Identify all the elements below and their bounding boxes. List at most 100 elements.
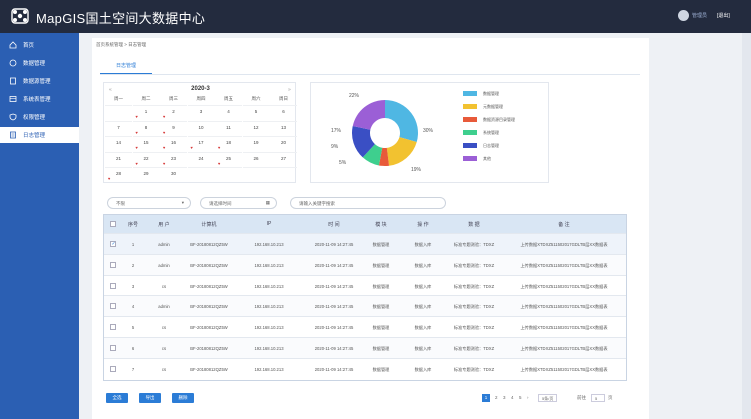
calendar-day[interactable]: 3 <box>187 105 215 118</box>
calendar-day[interactable]: 25 ♥ <box>215 151 242 166</box>
table-cell: 数据入库 <box>414 366 432 372</box>
pie-slice[interactable] <box>352 100 385 130</box>
calendar-day[interactable]: 28 ♥ <box>105 167 132 181</box>
column-header[interactable]: 时 间 <box>304 221 364 228</box>
calendar-day[interactable]: 19 <box>242 136 270 149</box>
calendar-day-number: 17 <box>198 140 204 145</box>
calendar-day[interactable]: 12 <box>242 120 270 134</box>
calendar-day[interactable]: 20 <box>270 136 297 149</box>
table-row[interactable]: ✓ 1 admin BF-20180812QZ5W 192.168.10.213 2020… <box>104 233 626 254</box>
calendar-day[interactable]: 13 <box>270 120 297 134</box>
calendar-day[interactable]: 11 <box>215 120 242 134</box>
row-checkbox[interactable] <box>110 324 116 331</box>
calendar-day[interactable]: 9 ♥ <box>160 120 187 135</box>
calendar-day[interactable]: 16 ♥ <box>160 136 187 150</box>
row-checkbox[interactable] <box>110 345 116 351</box>
table-cell: 数据入库 <box>414 283 432 289</box>
calendar-day[interactable]: 5 <box>242 105 270 118</box>
row-checkbox[interactable] <box>110 365 116 372</box>
calendar-day[interactable]: 6 <box>270 105 297 118</box>
pie-slice[interactable] <box>386 137 417 166</box>
select-all-button[interactable]: 全选 <box>106 393 128 403</box>
page-scrollbar[interactable] <box>742 33 751 419</box>
user-avatar-icon[interactable] <box>678 10 689 21</box>
table-cell: 192.168.10.213 <box>254 366 284 372</box>
table-row[interactable]: 4 admin BF-20180812QZ5W 192.168.10.213 2020-… <box>104 295 626 317</box>
table-cell: 上传数据XTDXZ511502017GDLTB层XX数据表 <box>520 366 608 372</box>
tab-log-management[interactable]: 日志管理 <box>100 60 152 74</box>
export-button[interactable]: 导出 <box>139 393 161 403</box>
sidebar-item-systable[interactable]: 系统表管理 <box>0 91 79 107</box>
column-header[interactable]: 模 块 <box>366 221 396 228</box>
calendar-day[interactable]: 22 ♥ <box>132 151 160 166</box>
calendar-day[interactable]: 27 <box>270 151 297 165</box>
sidebar-item-home[interactable]: 首页 <box>0 37 79 53</box>
table-cell: BF-20180812QZ5W <box>190 242 228 247</box>
column-header[interactable]: 计算机 <box>184 221 234 228</box>
page-3-button[interactable]: 3 <box>503 395 506 400</box>
column-header[interactable]: 序号 <box>126 221 140 228</box>
calendar-day[interactable]: 14 <box>105 136 132 149</box>
calendar-day[interactable]: 21 <box>105 151 132 165</box>
pie-slice[interactable] <box>385 100 418 143</box>
calendar-day-number: 28 <box>115 171 121 176</box>
percent-label: 9% <box>331 144 339 150</box>
calendar-day-number: 14 <box>115 140 121 145</box>
delete-button[interactable]: 删除 <box>172 393 194 403</box>
calendar-day[interactable]: 26 <box>242 151 270 165</box>
calendar-day[interactable]: 15 ♥ <box>132 136 160 150</box>
page-4-button[interactable]: 4 <box>511 395 514 400</box>
calendar-day[interactable]: 8 ♥ <box>132 120 160 135</box>
sidebar-item-permission[interactable]: 权限管理 <box>0 109 79 125</box>
table-cell: 192.168.10.213 <box>254 304 284 310</box>
logout-link[interactable]: [退出] <box>717 12 730 19</box>
calendar-day[interactable]: 2 ♥ <box>160 105 187 119</box>
column-header[interactable]: 数 据 <box>449 221 499 228</box>
calendar-day[interactable]: 18 ♥ <box>215 136 242 150</box>
calendar-day-number: 4 <box>227 109 230 114</box>
table-row[interactable]: 5 cs BF-20180812QZ5W 192.168.10.213 2020-11-… <box>104 316 626 337</box>
column-header[interactable]: 备 注 <box>509 221 619 228</box>
calendar-day[interactable]: 17 ♥ <box>187 136 215 150</box>
column-header[interactable]: 操 作 <box>408 221 438 228</box>
calendar-day[interactable]: 24 <box>187 151 215 165</box>
table-row[interactable]: 6 cs BF-20180812QZ5W 192.168.10.213 2020-11-… <box>104 337 626 358</box>
row-checkbox[interactable] <box>110 303 116 310</box>
page-2-button[interactable]: 2 <box>495 395 498 400</box>
row-checkbox[interactable]: ✓ <box>110 241 116 247</box>
column-header[interactable]: 用 户 <box>154 221 174 228</box>
table-cell: admin <box>158 304 170 310</box>
sidebar-item-log[interactable]: 日志管理 <box>0 127 79 143</box>
calendar-day[interactable]: 7 <box>105 120 132 134</box>
table-cell: 数据管理 <box>372 304 390 310</box>
calendar-day[interactable]: 10 <box>187 120 215 134</box>
row-checkbox[interactable] <box>110 261 116 268</box>
table-row[interactable]: 3 cs BF-20180812QZ5W 192.168.10.213 2020-11-… <box>104 274 626 296</box>
calendar-day[interactable]: 23 ♥ <box>160 151 187 166</box>
page-5-button[interactable]: 5 <box>519 395 522 400</box>
header-checkbox[interactable] <box>110 221 116 227</box>
calendar-day[interactable]: 29 <box>132 167 160 180</box>
calendar-day[interactable]: 30 <box>160 167 187 180</box>
legend-label: 数据管理 <box>483 91 499 96</box>
sidebar-item-datasource[interactable]: 数据源管理 <box>0 73 79 89</box>
calendar-day-number: 3 <box>199 109 203 114</box>
goto-page-input[interactable]: 5 <box>591 394 605 402</box>
next-page-button[interactable]: › <box>527 395 529 400</box>
calendar-day[interactable]: 4 <box>215 105 242 118</box>
calendar-next-button[interactable]: » <box>288 87 291 93</box>
page-1-button[interactable]: 1 <box>482 394 490 402</box>
column-header[interactable]: IP <box>244 221 294 227</box>
table-cell: 2020-11-09 14:27:45 <box>314 262 354 268</box>
search-input[interactable]: 请输入关键字搜索 <box>290 197 446 209</box>
sidebar-item-data[interactable]: 数据管理 <box>0 55 79 71</box>
user-name[interactable]: 管理员 <box>692 12 707 19</box>
table-row[interactable]: 2 admin BF-20180812QZ5W 192.168.10.213 2020-… <box>104 253 626 275</box>
table-row[interactable]: 7 cs BF-20180812QZ5W 192.168.10.213 2020-11-… <box>104 357 626 379</box>
row-checkbox[interactable] <box>110 282 116 289</box>
date-picker-input[interactable]: 请选择时间 ▦ <box>200 197 277 209</box>
calendar-day <box>215 167 242 180</box>
page-size-select[interactable]: 5条/页 <box>538 394 558 402</box>
type-select[interactable]: 不限 ▾ <box>107 197 191 209</box>
calendar-day[interactable]: 1 ♥ <box>132 105 160 119</box>
